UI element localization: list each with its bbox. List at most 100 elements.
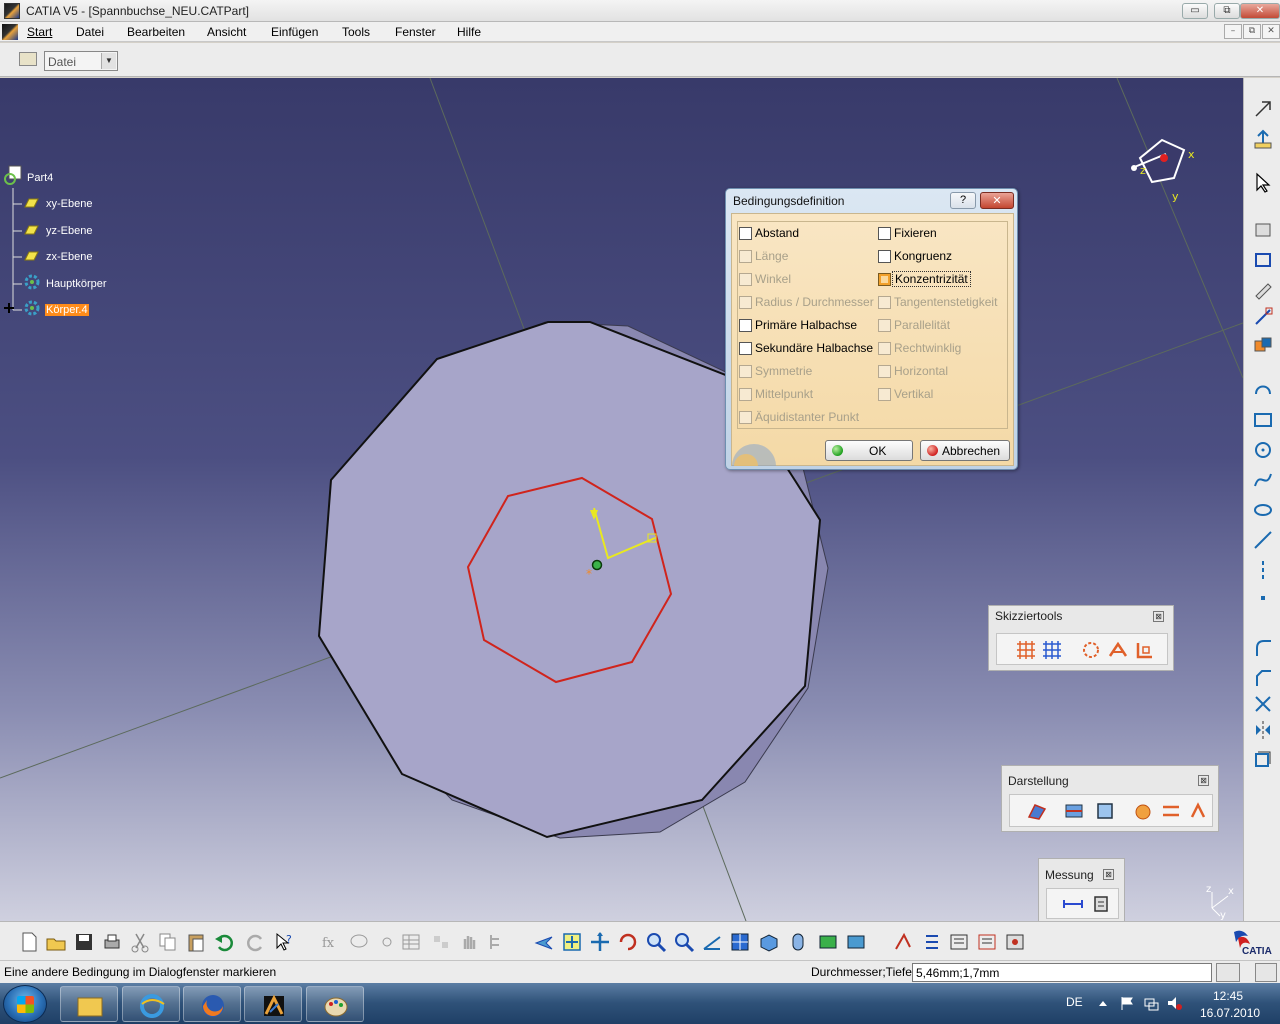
grid-icon[interactable] bbox=[1014, 638, 1038, 662]
product-info-icon[interactable] bbox=[1004, 931, 1026, 953]
animate-constraint-icon[interactable] bbox=[1252, 334, 1274, 356]
tree-item-zx-ebene[interactable]: zx-Ebene bbox=[46, 251, 92, 263]
line-tool-icon[interactable] bbox=[1252, 528, 1274, 550]
measure-item-icon[interactable] bbox=[1090, 892, 1114, 916]
open-file-icon[interactable] bbox=[45, 931, 67, 953]
checkbox[interactable] bbox=[739, 342, 752, 355]
checkbox-checked[interactable] bbox=[878, 273, 891, 286]
zoom-out-icon[interactable] bbox=[673, 931, 695, 953]
pan-icon[interactable] bbox=[589, 931, 611, 953]
new-file-icon[interactable] bbox=[18, 931, 40, 953]
save-icon[interactable] bbox=[73, 931, 95, 953]
menu-hilfe[interactable]: Hilfe bbox=[457, 25, 481, 39]
shading-icon[interactable] bbox=[787, 931, 809, 953]
axis-tool-icon[interactable] bbox=[1252, 558, 1274, 580]
close-button[interactable]: ✕ bbox=[1240, 3, 1280, 19]
start-button[interactable] bbox=[3, 985, 47, 1023]
tree-root-part4[interactable]: Part4 bbox=[27, 172, 53, 184]
sketch-icon[interactable] bbox=[1252, 98, 1274, 120]
compass-icon[interactable]: x y z bbox=[1122, 130, 1202, 210]
view-mode-icon[interactable] bbox=[1025, 799, 1049, 823]
knowledge-icon[interactable] bbox=[376, 931, 398, 953]
display-close-button[interactable]: ⊠ bbox=[1198, 775, 1209, 786]
rectangle-icon[interactable] bbox=[1252, 248, 1274, 270]
dimensions-display-icon[interactable] bbox=[1159, 799, 1183, 823]
tree-item-koerper4[interactable]: Körper.4 bbox=[45, 304, 89, 316]
zoom-in-icon[interactable] bbox=[645, 931, 667, 953]
minimize-button[interactable]: ▭ bbox=[1182, 3, 1208, 19]
body-gear-icon[interactable] bbox=[22, 298, 42, 318]
document-system-menu-icon[interactable] bbox=[2, 24, 18, 40]
taskbar-explorer[interactable] bbox=[60, 986, 118, 1022]
fly-mode-icon[interactable] bbox=[533, 931, 555, 953]
geometric-constraints-icon[interactable] bbox=[1106, 638, 1130, 662]
power-input-button[interactable] bbox=[1216, 963, 1240, 982]
plane-icon[interactable] bbox=[23, 196, 39, 210]
checkbox[interactable] bbox=[739, 227, 752, 240]
cut-part-by-plane-icon[interactable] bbox=[1062, 799, 1086, 823]
spline-tool-icon[interactable] bbox=[1252, 468, 1274, 490]
profile-tool-icon[interactable] bbox=[1252, 378, 1274, 400]
checkbox[interactable] bbox=[878, 250, 891, 263]
dialog-close-button[interactable]: ✕ bbox=[980, 192, 1014, 209]
table-icon[interactable] bbox=[400, 931, 422, 953]
select-cursor-icon[interactable] bbox=[1252, 171, 1274, 193]
edit-icon[interactable] bbox=[1252, 278, 1274, 300]
list-icon[interactable] bbox=[920, 931, 942, 953]
ellipse-tool-icon[interactable] bbox=[1252, 498, 1274, 520]
normal-view-icon[interactable] bbox=[701, 931, 723, 953]
exit-workbench-icon[interactable] bbox=[1252, 128, 1274, 150]
sketch-tools-close-button[interactable]: ⊠ bbox=[1153, 611, 1164, 622]
tree-item-yz-ebene[interactable]: yz-Ebene bbox=[46, 225, 92, 237]
diagnose-icon[interactable] bbox=[1131, 799, 1155, 823]
chevron-down-icon[interactable]: ▼ bbox=[101, 53, 116, 69]
tree-item-xy-ebene[interactable]: xy-Ebene bbox=[46, 198, 92, 210]
formula-icon[interactable]: fx bbox=[320, 931, 342, 953]
network-icon[interactable] bbox=[1143, 995, 1159, 1011]
workbench-combo[interactable]: Datei ▼ bbox=[44, 51, 118, 71]
sketch-view-icon[interactable] bbox=[1093, 799, 1117, 823]
part-icon[interactable] bbox=[3, 165, 25, 187]
undo-icon[interactable] bbox=[213, 931, 235, 953]
menu-start[interactable]: Start bbox=[27, 25, 52, 39]
document-restore-button[interactable]: ⧉ bbox=[1243, 24, 1261, 39]
multi-view-icon[interactable] bbox=[729, 931, 751, 953]
taskbar-internet-explorer[interactable] bbox=[122, 986, 180, 1022]
taskbar-catia[interactable] bbox=[244, 986, 302, 1022]
restore-button[interactable]: ⧉ bbox=[1214, 3, 1240, 19]
comment-icon[interactable] bbox=[348, 931, 370, 953]
chamfer-tool-icon[interactable] bbox=[1252, 666, 1274, 688]
dimensional-constraints-icon[interactable] bbox=[1133, 638, 1157, 662]
menu-tools[interactable]: Tools bbox=[342, 25, 370, 39]
constraints-display-icon[interactable] bbox=[1186, 799, 1210, 823]
sketch-analysis-icon[interactable] bbox=[892, 931, 914, 953]
action-center-flag-icon[interactable] bbox=[1119, 995, 1135, 1011]
volume-muted-icon[interactable] bbox=[1166, 995, 1182, 1011]
taskbar-firefox[interactable] bbox=[183, 986, 241, 1022]
circle-tool-icon[interactable] bbox=[1252, 438, 1274, 460]
snap-grid-icon[interactable] bbox=[1040, 638, 1064, 662]
clock-time[interactable]: 12:45 bbox=[1213, 989, 1243, 1003]
print-icon[interactable] bbox=[101, 931, 123, 953]
profile-icon[interactable] bbox=[1252, 218, 1274, 240]
copy-icon[interactable] bbox=[157, 931, 179, 953]
command-input[interactable] bbox=[912, 963, 1212, 982]
document-close-button[interactable]: ✕ bbox=[1262, 24, 1280, 39]
rectangle-tool-icon[interactable] bbox=[1252, 408, 1274, 430]
trim-tool-icon[interactable] bbox=[1252, 693, 1274, 715]
plane-icon[interactable] bbox=[23, 223, 39, 237]
constraint-icon[interactable] bbox=[1252, 306, 1274, 328]
paste-icon[interactable] bbox=[185, 931, 207, 953]
menu-fenster[interactable]: Fenster bbox=[395, 25, 436, 39]
cut-icon[interactable] bbox=[129, 931, 151, 953]
cancel-button[interactable]: Abbrechen bbox=[920, 440, 1010, 461]
mirror-tool-icon[interactable] bbox=[1252, 718, 1274, 740]
menu-ansicht[interactable]: Ansicht bbox=[207, 25, 246, 39]
language-indicator[interactable]: DE bbox=[1066, 995, 1083, 1009]
plane-icon[interactable] bbox=[23, 249, 39, 263]
checkbox[interactable] bbox=[739, 319, 752, 332]
catalog-icon[interactable] bbox=[430, 931, 452, 953]
rotate-icon[interactable] bbox=[617, 931, 639, 953]
ok-button[interactable]: OK bbox=[825, 440, 913, 461]
menu-bearbeiten[interactable]: Bearbeiten bbox=[127, 25, 185, 39]
